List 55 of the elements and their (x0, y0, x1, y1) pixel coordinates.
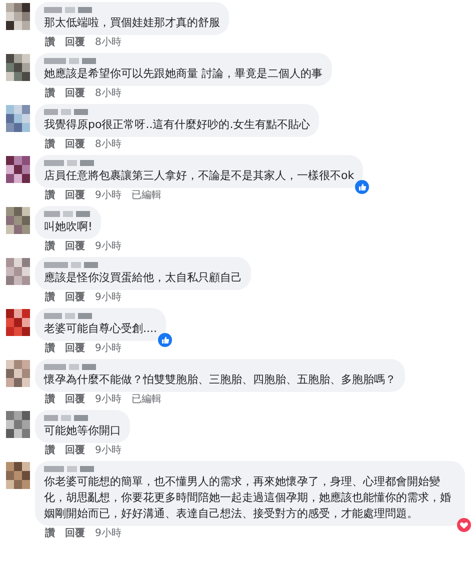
blurred-name-drawing (44, 211, 90, 217)
timestamp: 9小時 (95, 291, 122, 305)
like-link[interactable]: 讚 (45, 291, 55, 305)
reply-link[interactable]: 回覆 (65, 87, 85, 101)
like-link[interactable]: 讚 (45, 444, 55, 458)
edited-label: 已編輯 (131, 189, 162, 203)
blurred-name-drawing (44, 109, 88, 115)
blurred-name-drawing (44, 364, 96, 370)
reply-link[interactable]: 回覆 (65, 444, 85, 458)
reply-link[interactable]: 回覆 (65, 342, 85, 356)
like-link[interactable]: 讚 (45, 240, 55, 254)
like-link[interactable]: 讚 (45, 189, 55, 203)
like-link[interactable]: 讚 (45, 87, 55, 101)
reply-link[interactable]: 回覆 (65, 527, 85, 541)
reply-link[interactable]: 回覆 (65, 393, 85, 407)
like-link[interactable]: 讚 (45, 527, 55, 541)
timestamp: 9小時 (95, 189, 122, 203)
timestamp: 8小時 (95, 87, 122, 101)
timestamp: 9小時 (95, 342, 122, 356)
edited-label: 已編輯 (131, 393, 162, 407)
like-link[interactable]: 讚 (45, 36, 55, 50)
reply-link[interactable]: 回覆 (65, 240, 85, 254)
blurred-name-drawing (44, 58, 96, 64)
blurred-name-drawing (44, 160, 94, 166)
blurred-name-drawing (44, 262, 98, 268)
comment-text: 她應該是希望你可以先跟她商量 討論，畢竟是二個人的事 (44, 66, 322, 82)
comment-text: 那太低端啦，買個娃娃那才真的舒服 (44, 15, 220, 31)
timestamp: 9小時 (95, 527, 122, 541)
comment-text: 叫她吹啊! (44, 219, 92, 235)
timestamp: 9小時 (95, 393, 122, 407)
blurred-name-drawing (44, 466, 94, 472)
timestamp: 9小時 (95, 444, 122, 458)
heart-reaction-icon (457, 518, 471, 532)
reply-link[interactable]: 回覆 (65, 138, 85, 152)
comment-text: 你老婆可能想的簡單，也不懂男人的需求，再來她懷孕了，身理、心理都會開始變化，胡思亂想，你要花更多時間陪她一起走過這個孕期，她應該也能懂你的需求，婚姻剛開始而已，好好溝通、表達自己想法、接受對方的感受，才能處理問題。 (44, 474, 452, 522)
like-link[interactable]: 讚 (45, 342, 55, 356)
like-link[interactable]: 讚 (45, 393, 55, 407)
like-link[interactable]: 讚 (45, 138, 55, 152)
comment-text: 可能她等你開口 (44, 423, 121, 439)
reply-link[interactable]: 回覆 (65, 189, 85, 203)
like-reaction-icon (355, 180, 370, 194)
comment-text: 老婆可能自尊心受創.... (44, 321, 157, 337)
blurred-name-drawing (44, 313, 92, 319)
blurred-name-drawing (44, 415, 88, 421)
timestamp: 9小時 (95, 240, 122, 254)
blurred-name-drawing (44, 7, 92, 13)
timestamp: 8小時 (95, 138, 122, 152)
comment-text: 應該是怪你沒買蛋給他，太自私只顧自己 (44, 270, 242, 286)
reply-link[interactable]: 回覆 (65, 36, 85, 50)
like-reaction-icon (158, 333, 172, 347)
timestamp: 8小時 (95, 36, 122, 50)
reply-link[interactable]: 回覆 (65, 291, 85, 305)
comment-text: 我覺得原po很正常呀..這有什麼好吵的.女生有點不貼心 (44, 117, 310, 133)
comment-text: 店員任意將包裹讓第三人拿好，不論是不是其家人，一樣很不ok (44, 168, 354, 184)
comment-text: 懷孕為什麼不能做？怕雙雙胞胎、三胞胎、四胞胎、五胞胎、多胞胎嗎？ (44, 372, 396, 388)
